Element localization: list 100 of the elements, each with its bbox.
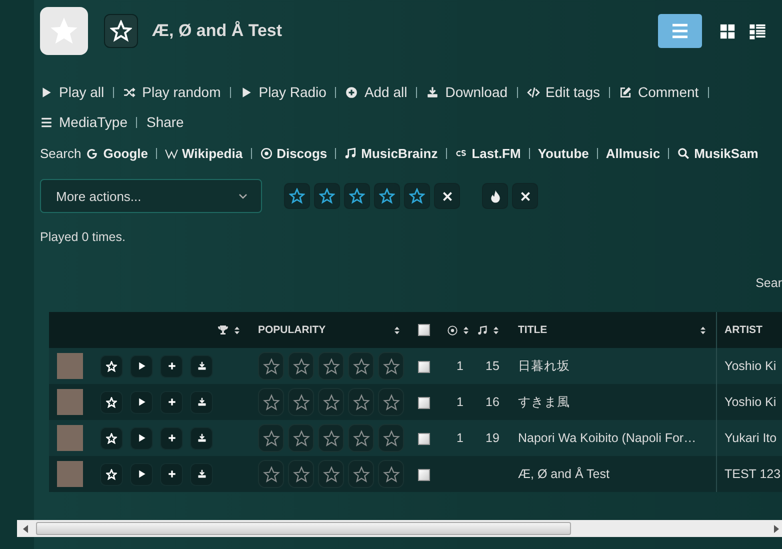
action-button[interactable]: MediaType bbox=[40, 114, 128, 130]
play-button[interactable] bbox=[130, 354, 153, 378]
star-icon bbox=[382, 430, 400, 446]
row-checkbox[interactable] bbox=[418, 468, 430, 481]
search-link[interactable]: Discogs bbox=[260, 146, 328, 160]
action-button[interactable]: Comment bbox=[619, 84, 699, 100]
row-checkbox[interactable] bbox=[418, 432, 430, 445]
star-button[interactable] bbox=[284, 183, 310, 209]
star-button[interactable] bbox=[318, 388, 344, 416]
w-logo-icon bbox=[164, 146, 178, 160]
play-icon bbox=[136, 397, 146, 407]
search-label: Search bbox=[40, 146, 82, 160]
play-icon bbox=[136, 433, 146, 443]
sort-icon[interactable] bbox=[392, 324, 402, 336]
download-icon bbox=[196, 469, 206, 479]
star-button[interactable] bbox=[288, 424, 314, 452]
favorite-button[interactable] bbox=[100, 426, 123, 450]
play-button[interactable] bbox=[130, 462, 153, 486]
star-button[interactable] bbox=[378, 424, 404, 452]
clear-popularity-button[interactable] bbox=[512, 183, 538, 209]
star-button[interactable] bbox=[258, 352, 284, 380]
star-button[interactable] bbox=[348, 352, 374, 380]
add-button[interactable] bbox=[160, 426, 183, 450]
star-button[interactable] bbox=[318, 424, 344, 452]
download-icon bbox=[196, 397, 206, 407]
star-icon bbox=[292, 394, 310, 410]
play-icon bbox=[136, 361, 146, 371]
action-button[interactable]: Share bbox=[146, 114, 184, 130]
popularity-button[interactable] bbox=[482, 183, 508, 209]
star-button[interactable] bbox=[288, 388, 314, 416]
action-button[interactable]: Play random bbox=[123, 84, 221, 100]
download-button[interactable] bbox=[190, 426, 213, 450]
search-link[interactable]: Last.FM bbox=[454, 146, 521, 160]
star-icon bbox=[262, 430, 280, 446]
more-actions-dropdown[interactable]: More actions... bbox=[40, 179, 262, 213]
column-header[interactable]: TITLE bbox=[518, 324, 548, 336]
play-button[interactable] bbox=[130, 426, 153, 450]
favorite-button[interactable] bbox=[100, 462, 123, 486]
star-icon bbox=[106, 360, 117, 372]
star-button[interactable] bbox=[348, 388, 374, 416]
search-link[interactable]: Youtube bbox=[538, 146, 589, 160]
add-button[interactable] bbox=[160, 390, 183, 414]
star-button[interactable] bbox=[378, 352, 404, 380]
action-button[interactable]: Play all bbox=[40, 84, 104, 100]
star-button[interactable] bbox=[318, 352, 344, 380]
action-button[interactable]: Edit tags bbox=[526, 84, 600, 100]
star-button[interactable] bbox=[348, 424, 374, 452]
close-icon bbox=[440, 190, 454, 202]
favorite-button[interactable] bbox=[104, 14, 138, 48]
horizontal-scrollbar[interactable] bbox=[17, 520, 782, 537]
favorite-button[interactable] bbox=[100, 390, 123, 414]
favorite-button[interactable] bbox=[100, 354, 123, 378]
left-arrow-icon[interactable] bbox=[22, 524, 30, 532]
play-button[interactable] bbox=[130, 390, 153, 414]
sort-icon[interactable] bbox=[461, 324, 471, 336]
star-icon bbox=[262, 466, 280, 482]
star-button[interactable] bbox=[258, 424, 284, 452]
select-all-checkbox[interactable] bbox=[418, 324, 430, 336]
action-button[interactable]: Play Radio bbox=[240, 84, 326, 100]
action-button[interactable]: Add all bbox=[345, 84, 408, 100]
search-link[interactable]: Google bbox=[86, 146, 148, 160]
star-button[interactable] bbox=[378, 388, 404, 416]
disc-number: 1 bbox=[456, 359, 464, 373]
disc-number: 1 bbox=[456, 395, 464, 409]
star-button[interactable] bbox=[314, 183, 340, 209]
sort-icon[interactable] bbox=[491, 324, 501, 336]
star-button[interactable] bbox=[374, 183, 400, 209]
search-link[interactable]: MusicBrainz bbox=[344, 146, 438, 160]
clear-rating-button[interactable] bbox=[434, 183, 460, 209]
search-link[interactable]: Wikipedia bbox=[164, 146, 243, 160]
row-checkbox[interactable] bbox=[418, 360, 430, 373]
column-header[interactable]: ARTIST bbox=[724, 324, 762, 336]
add-button[interactable] bbox=[160, 462, 183, 486]
search-link[interactable]: Allmusic bbox=[606, 146, 660, 160]
star-button[interactable] bbox=[288, 460, 314, 488]
download-button[interactable] bbox=[190, 354, 213, 378]
add-button[interactable] bbox=[160, 354, 183, 378]
star-button[interactable] bbox=[288, 352, 314, 380]
star-button[interactable] bbox=[404, 183, 430, 209]
star-button[interactable] bbox=[258, 388, 284, 416]
action-button[interactable]: Download bbox=[426, 84, 508, 100]
view-toggle-button[interactable] bbox=[658, 14, 702, 48]
photo-placeholder bbox=[57, 389, 83, 415]
star-button[interactable] bbox=[348, 460, 374, 488]
column-header[interactable]: POPULARITY bbox=[258, 324, 326, 336]
download-button[interactable] bbox=[190, 390, 213, 414]
star-button[interactable] bbox=[344, 183, 370, 209]
star-icon bbox=[292, 466, 310, 482]
star-button[interactable] bbox=[258, 460, 284, 488]
download-icon bbox=[426, 86, 440, 98]
right-arrow-icon[interactable] bbox=[772, 524, 780, 532]
download-button[interactable] bbox=[190, 462, 213, 486]
sort-icon[interactable] bbox=[232, 324, 242, 336]
star-button[interactable] bbox=[318, 460, 344, 488]
star-button[interactable] bbox=[378, 460, 404, 488]
search-link[interactable]: MusikSam bbox=[677, 146, 758, 160]
download-icon bbox=[196, 361, 206, 371]
scrollbar-thumb[interactable] bbox=[36, 522, 571, 535]
row-checkbox[interactable] bbox=[418, 396, 430, 409]
artist-name: Yoshio Ki bbox=[724, 395, 776, 409]
